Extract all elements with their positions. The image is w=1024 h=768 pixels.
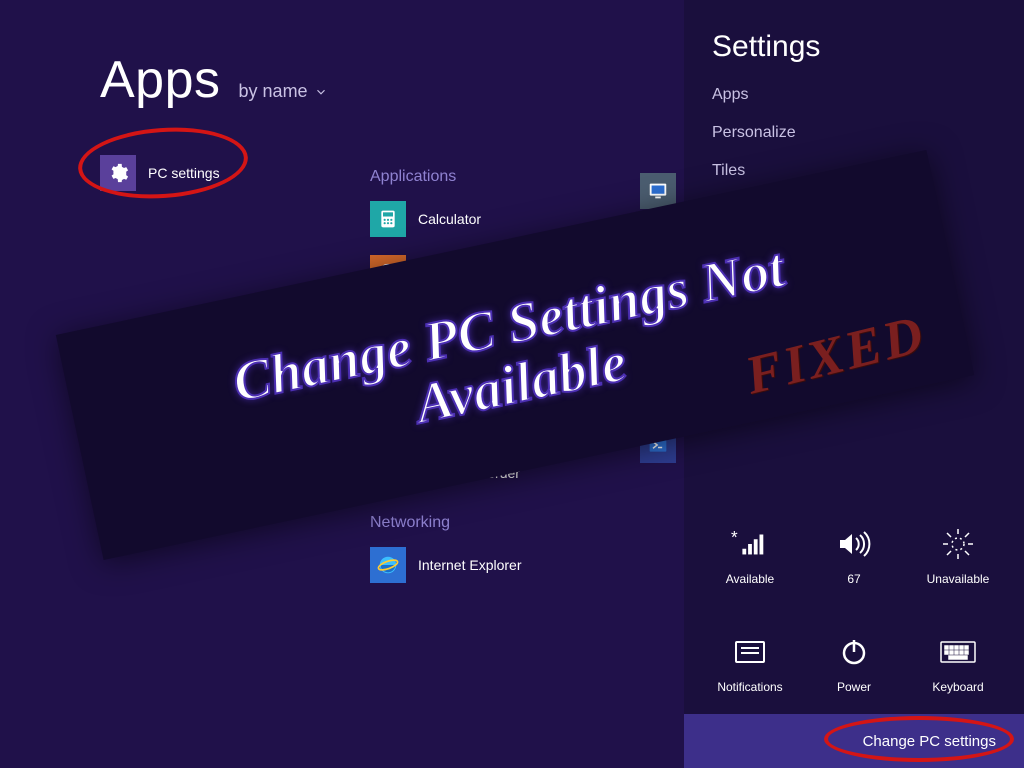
tile-sound-recorder[interactable]: Sound Recorder — [370, 450, 580, 496]
gear-icon — [100, 155, 136, 191]
svg-text:*: * — [731, 529, 738, 547]
shield-icon — [640, 373, 676, 409]
internet-explorer-icon — [370, 547, 406, 583]
charm-tile-brightness[interactable]: Unavailable — [906, 494, 1010, 586]
settings-charm-panel: Settings Apps Personalize Tiles Help * A… — [684, 0, 1024, 768]
tile-internet-explorer[interactable]: Internet Explorer — [370, 542, 580, 588]
tile-label: Calculator — [418, 211, 481, 227]
power-icon — [834, 632, 874, 672]
tile-label: Sound Recorder — [418, 465, 520, 481]
chevron-down-icon — [314, 85, 328, 99]
tile-label: Internet Explorer — [418, 557, 522, 573]
tile-label: PC settings — [148, 165, 220, 181]
brightness-icon — [938, 524, 978, 564]
group-header-media: Media — [370, 422, 580, 440]
microphone-icon — [370, 455, 406, 491]
speaker-icon — [834, 524, 874, 564]
charm-link-personalize[interactable]: Personalize — [712, 114, 996, 152]
charm-tile-notifications[interactable]: Notifications — [698, 602, 802, 694]
charm-tile-network[interactable]: * Available — [698, 494, 802, 586]
group-header-applications: Applications — [370, 168, 580, 186]
charm-tile-keyboard[interactable]: Keyboard — [906, 602, 1010, 694]
tile-wordpad[interactable]: WordPad — [370, 358, 580, 404]
charm-tile-label: 67 — [847, 572, 860, 586]
apps-column-1: PC settings — [100, 150, 310, 596]
tile-sticky-notes[interactable]: Sticky Notes — [370, 304, 580, 350]
tile-pc-settings[interactable]: PC settings — [100, 150, 310, 196]
charm-link-help[interactable]: Help — [712, 190, 996, 228]
charm-tile-label: Keyboard — [932, 680, 983, 694]
group-header-networking: Networking — [370, 514, 580, 532]
steps-icon — [640, 319, 676, 355]
charm-footer: Change PC settings — [684, 714, 1024, 768]
tile-label: Paint — [418, 265, 450, 281]
scissors-icon — [640, 265, 676, 301]
charm-links: Apps Personalize Tiles Help — [684, 76, 1024, 228]
charm-link-apps[interactable]: Apps — [712, 76, 996, 114]
charm-tile-power[interactable]: Power — [802, 602, 906, 694]
powershell-icon — [640, 427, 676, 463]
apps-title: Apps — [100, 50, 221, 110]
tile-label: Sticky Notes — [418, 319, 496, 335]
change-pc-settings-link[interactable]: Change PC settings — [863, 733, 996, 750]
charm-quick-tiles: * Available 67 Unavailable Not — [684, 494, 1024, 694]
charm-title: Settings — [684, 0, 1024, 76]
notifications-icon — [730, 632, 770, 672]
apps-sort-label: by name — [239, 81, 308, 102]
charm-tile-label: Available — [726, 572, 774, 586]
tile-calculator[interactable]: Calculator — [370, 196, 580, 242]
charm-tile-label: Notifications — [717, 680, 782, 694]
apps-column-2: Applications Calculator Paint — [370, 150, 580, 596]
sticky-note-icon — [370, 309, 406, 345]
charm-tile-label: Power — [837, 680, 871, 694]
tile-paint[interactable]: Paint — [370, 250, 580, 296]
remote-desktop-icon — [640, 173, 676, 209]
charm-link-tiles[interactable]: Tiles — [712, 152, 996, 190]
apps-sort-dropdown[interactable]: by name — [239, 81, 328, 102]
calculator-icon — [370, 201, 406, 237]
document-icon — [370, 363, 406, 399]
charm-tile-volume[interactable]: 67 — [802, 494, 906, 586]
charm-tile-label: Unavailable — [927, 572, 990, 586]
palette-icon — [370, 255, 406, 291]
tile-label: WordPad — [418, 373, 476, 389]
keyboard-icon — [938, 632, 978, 672]
network-signal-icon: * — [730, 524, 770, 564]
